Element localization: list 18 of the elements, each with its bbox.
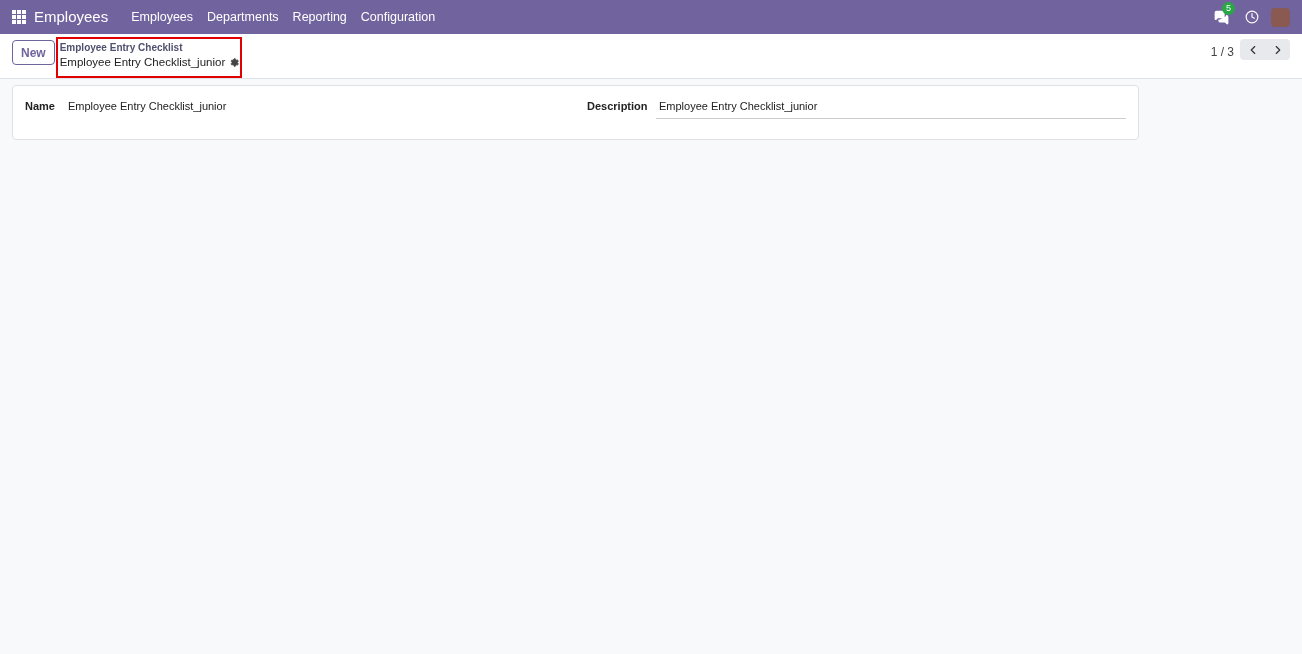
pager-value: 1 / 3 <box>1210 44 1234 61</box>
apps-grid-icon[interactable] <box>12 10 26 24</box>
field-label: Description <box>587 99 649 114</box>
message-count-badge: 5 <box>1222 1 1235 15</box>
breadcrumb-link[interactable]: Employee Entry Checklist <box>59 42 240 54</box>
new-button[interactable]: New <box>12 40 55 65</box>
name-value: Employee Entry Checklist_junior <box>68 99 227 114</box>
field-label: Name <box>25 99 56 114</box>
record-title: Employee Entry Checklist_junior <box>59 55 226 70</box>
chat-icon[interactable] <box>1214 9 1229 25</box>
menu-item[interactable]: Departments <box>200 7 286 27</box>
settings-icon[interactable] <box>230 57 240 69</box>
app-name[interactable]: Employees <box>34 5 109 29</box>
description-field[interactable]: Employee Entry Checklist_junior <box>656 98 1126 119</box>
menu-item[interactable]: Configuration <box>353 7 443 27</box>
menu-item[interactable]: Reporting <box>285 7 354 27</box>
clock-icon[interactable] <box>1245 10 1259 24</box>
menu-item[interactable]: Employees <box>124 7 201 27</box>
